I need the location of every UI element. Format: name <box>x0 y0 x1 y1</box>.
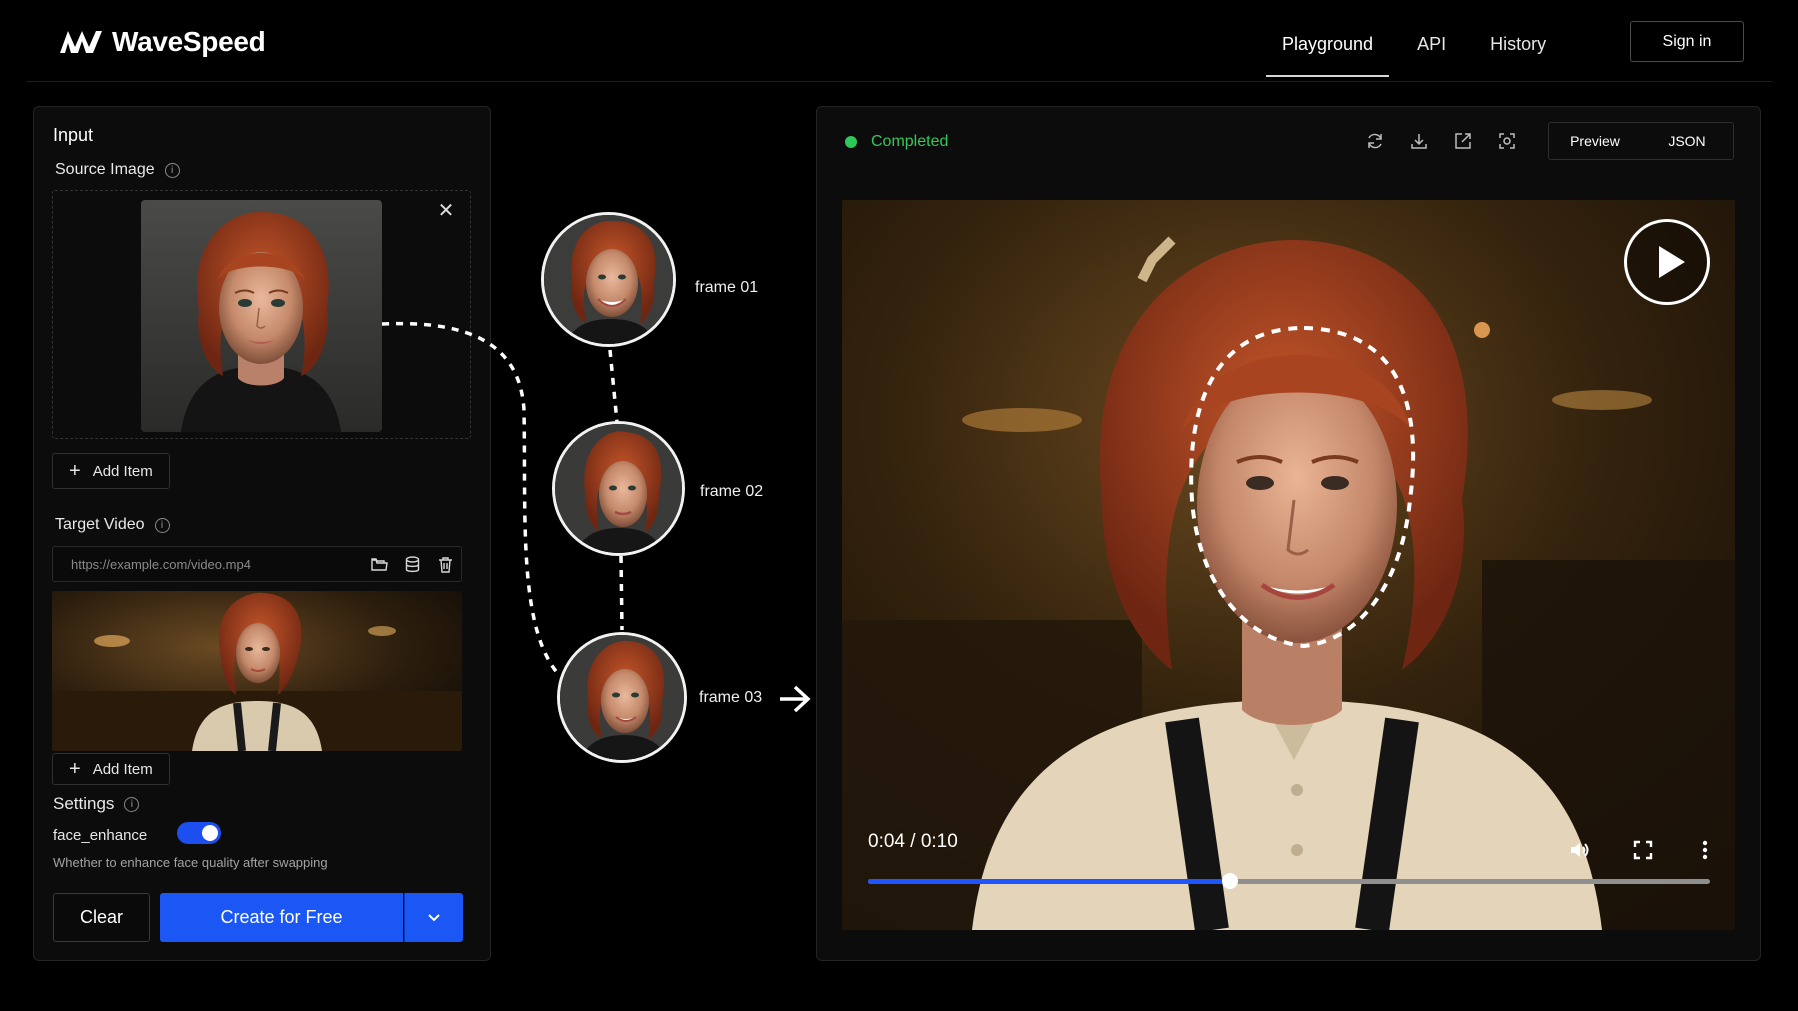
frame-02-thumbnail <box>552 421 685 556</box>
source-image-label: Source Image <box>55 161 155 178</box>
volume-icon[interactable] <box>1568 838 1592 862</box>
output-panel: Completed Preview JSON 0:04 / 0:10 <box>816 106 1761 961</box>
settings-label-row: Settings i <box>53 794 140 814</box>
video-scrubber[interactable] <box>1222 873 1239 889</box>
face-enhance-toggle[interactable] <box>177 822 221 844</box>
page: WaveSpeed Playground API History Sign in… <box>0 0 1798 1011</box>
info-icon[interactable]: i <box>124 796 140 812</box>
header-divider <box>26 81 1772 82</box>
play-icon <box>1659 246 1685 278</box>
video-frame <box>842 200 1735 930</box>
fullscreen-icon[interactable] <box>1631 838 1655 862</box>
create-button[interactable]: Create for Free <box>160 893 403 942</box>
face-enhance-label: face_enhance <box>53 827 148 844</box>
nav-api[interactable]: API <box>1401 30 1462 77</box>
toggle-knob <box>202 825 218 841</box>
plus-icon: + <box>69 758 81 780</box>
frame-01-label: frame 01 <box>695 279 759 296</box>
chevron-down-icon <box>428 913 440 921</box>
brand-logo[interactable]: WaveSpeed <box>58 26 266 58</box>
plus-icon: + <box>69 460 81 482</box>
trash-icon[interactable] <box>436 555 455 574</box>
video-progress-bar[interactable] <box>868 873 1710 889</box>
frame-01-thumbnail <box>541 212 676 347</box>
more-options-icon[interactable] <box>1693 838 1717 862</box>
target-video-url-field <box>52 546 462 582</box>
target-add-item-label: Add Item <box>92 760 153 778</box>
tab-json[interactable]: JSON <box>1641 133 1733 149</box>
target-video-url-input[interactable] <box>53 547 353 581</box>
status-dot <box>845 136 857 148</box>
video-player[interactable]: 0:04 / 0:10 <box>842 200 1735 930</box>
status-text: Completed <box>871 133 949 150</box>
folder-icon[interactable] <box>370 555 389 574</box>
target-video-thumbnail <box>52 591 462 751</box>
download-icon[interactable] <box>1409 131 1429 151</box>
settings-label: Settings <box>53 794 115 813</box>
play-button[interactable] <box>1624 219 1710 305</box>
status-indicator: Completed <box>845 133 948 151</box>
wave-logo-icon <box>60 31 102 53</box>
source-image-label-row: Source Image i <box>55 161 180 179</box>
frame-03-thumbnail <box>557 632 687 763</box>
url-actions <box>370 555 455 574</box>
nav-playground[interactable]: Playground <box>1266 30 1390 77</box>
video-time: 0:04 / 0:10 <box>868 831 958 852</box>
source-add-item-label: Add Item <box>92 462 153 480</box>
face-enhance-help: Whether to enhance face quality after sw… <box>53 855 328 870</box>
brand-name: WaveSpeed <box>112 26 266 57</box>
screenshot-icon[interactable] <box>1497 131 1517 151</box>
source-image-thumbnail <box>141 200 382 432</box>
video-progress-fill <box>868 879 1231 884</box>
database-icon[interactable] <box>403 555 422 574</box>
clear-button[interactable]: Clear <box>53 893 150 942</box>
target-video-label-row: Target Video i <box>55 516 170 534</box>
tab-preview[interactable]: Preview <box>1549 133 1641 149</box>
frame-03-label: frame 03 <box>699 689 763 706</box>
remove-source-image-icon[interactable]: ✕ <box>436 201 456 221</box>
nav-history[interactable]: History <box>1474 30 1562 77</box>
input-panel: Input Source Image i ✕ + Add Item Target… <box>33 106 491 961</box>
target-add-item-button[interactable]: + Add Item <box>52 753 170 785</box>
info-icon[interactable]: i <box>154 517 170 533</box>
open-external-icon[interactable] <box>1453 131 1473 151</box>
main-nav: Playground API History <box>1266 30 1562 77</box>
create-options-button[interactable] <box>404 893 463 942</box>
target-video-label: Target Video <box>55 516 145 533</box>
output-toolbar <box>1365 131 1517 151</box>
frame-02-label: frame 02 <box>700 483 764 500</box>
source-image-dropzone[interactable]: ✕ <box>52 190 471 439</box>
info-icon[interactable]: i <box>164 162 180 178</box>
source-add-item-button[interactable]: + Add Item <box>52 453 170 489</box>
input-panel-title: Input <box>53 125 94 145</box>
refresh-icon[interactable] <box>1365 131 1385 151</box>
view-tabs: Preview JSON <box>1548 122 1734 160</box>
sign-in-button[interactable]: Sign in <box>1630 21 1744 62</box>
